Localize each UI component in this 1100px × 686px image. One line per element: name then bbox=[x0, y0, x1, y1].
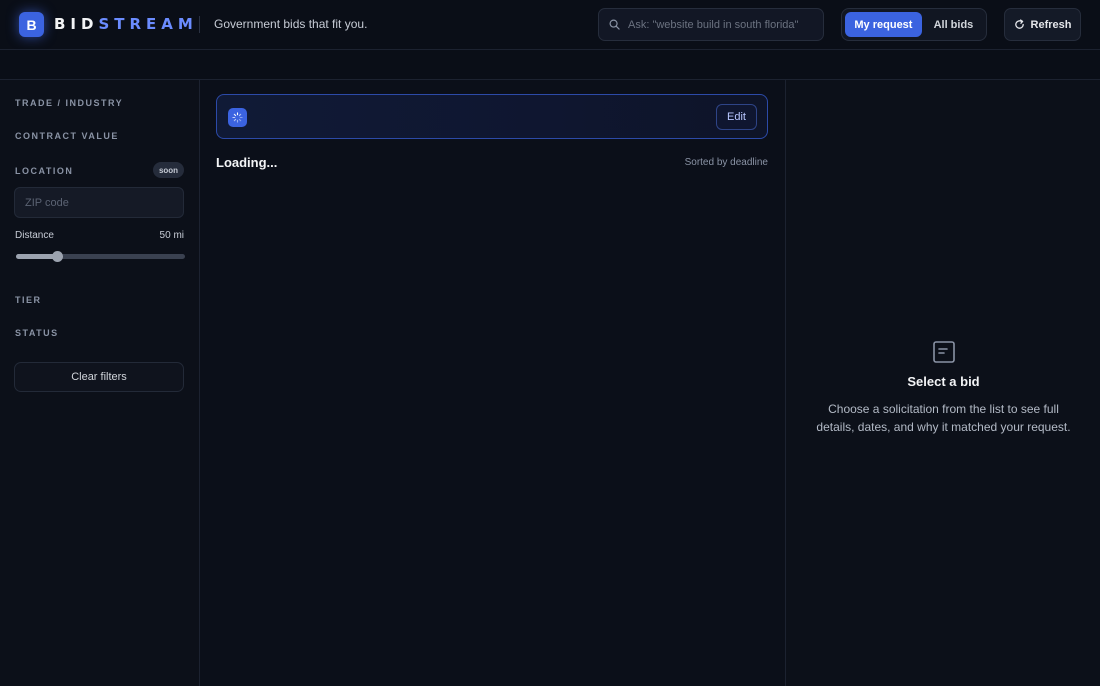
filter-sidebar: TRADE / INDUSTRY CONTRACT VALUE LOCATION… bbox=[0, 80, 200, 686]
header-divider bbox=[199, 16, 200, 33]
sort-indicator: Sorted by deadline bbox=[684, 157, 768, 168]
search-box[interactable] bbox=[598, 8, 824, 41]
request-card: Edit bbox=[216, 94, 768, 139]
distance-slider-fill bbox=[16, 254, 57, 259]
results-panel: Edit Loading... Sorted by deadline bbox=[200, 80, 785, 686]
loading-spinner-icon bbox=[228, 108, 247, 127]
edit-request-button[interactable]: Edit bbox=[716, 104, 757, 130]
trade-industry-heading[interactable]: TRADE / INDUSTRY bbox=[15, 98, 123, 108]
contract-value-heading[interactable]: CONTRACT VALUE bbox=[15, 131, 119, 141]
search-icon bbox=[609, 19, 620, 30]
brand-part-stream: STREAM bbox=[98, 15, 198, 33]
all-bids-tab[interactable]: All bids bbox=[924, 12, 983, 37]
bid-detail-panel: Select a bid Choose a solicitation from … bbox=[785, 80, 1100, 686]
refresh-button[interactable]: Refresh bbox=[1004, 8, 1081, 41]
refresh-label: Refresh bbox=[1030, 18, 1072, 31]
status-heading[interactable]: STATUS bbox=[15, 328, 59, 338]
tier-heading[interactable]: TIER bbox=[15, 295, 42, 305]
location-heading: LOCATION bbox=[15, 166, 74, 176]
distance-label: Distance bbox=[15, 230, 54, 241]
document-icon bbox=[933, 341, 955, 363]
distance-value: 50 mi bbox=[159, 230, 184, 241]
view-toggle: My request All bids bbox=[841, 8, 987, 41]
search-input[interactable] bbox=[628, 18, 808, 31]
sub-header-bar bbox=[0, 50, 1100, 80]
tagline: Government bids that fit you. bbox=[214, 17, 368, 31]
top-header: B BID STREAM Government bids that fit yo… bbox=[0, 0, 1100, 50]
empty-state-title: Select a bid bbox=[907, 374, 980, 389]
zip-field-wrapper bbox=[14, 187, 184, 218]
brand-wordmark[interactable]: BID STREAM bbox=[54, 15, 198, 33]
distance-slider-thumb[interactable] bbox=[51, 251, 63, 262]
brand-part-bid: BID bbox=[54, 15, 99, 33]
logo-icon[interactable]: B bbox=[19, 12, 44, 37]
distance-slider[interactable] bbox=[16, 251, 185, 262]
zip-code-input[interactable] bbox=[25, 196, 175, 209]
clear-filters-button[interactable]: Clear filters bbox=[14, 362, 184, 392]
soon-badge: soon bbox=[153, 162, 184, 178]
empty-state-description: Choose a solicitation from the list to s… bbox=[816, 402, 1071, 434]
loading-text: Loading... bbox=[216, 155, 278, 170]
refresh-icon bbox=[1014, 19, 1024, 29]
my-request-tab[interactable]: My request bbox=[845, 12, 922, 37]
